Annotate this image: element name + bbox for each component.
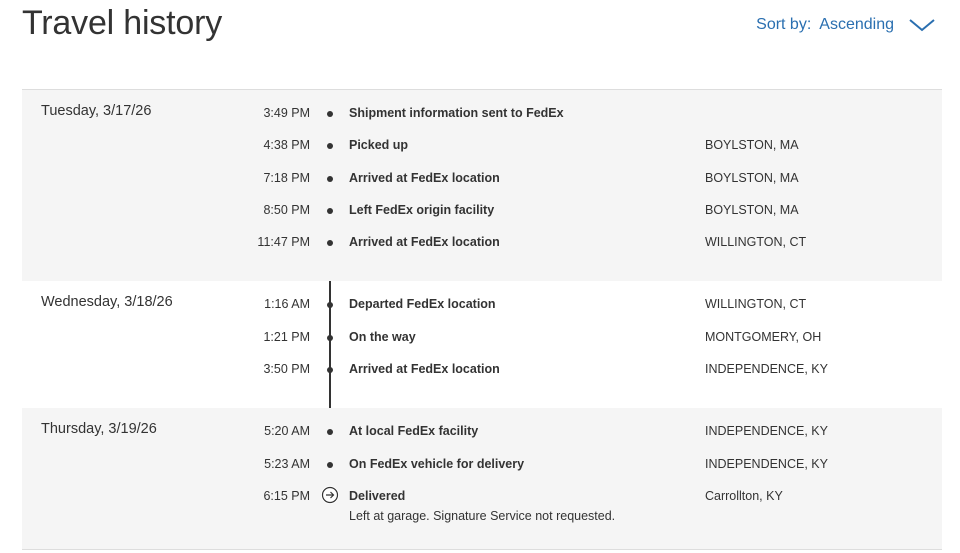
- timeline-event: 5:20 AM At local FedEx facility INDEPEND…: [22, 420, 942, 452]
- day-group: Thursday, 3/19/26 5:20 AM At local FedEx…: [22, 408, 942, 549]
- event-description: Departed FedEx location: [349, 297, 496, 312]
- timeline-event: 8:50 PM Left FedEx origin facility BOYLS…: [22, 199, 942, 231]
- event-location: INDEPENDENCE, KY: [705, 424, 828, 439]
- timeline-dot-icon: [327, 175, 333, 182]
- event-time: 7:18 PM: [263, 170, 310, 185]
- event-location: BOYLSTON, MA: [705, 170, 799, 185]
- day-group: Tuesday, 3/17/26 3:49 PM Shipment inform…: [22, 90, 942, 282]
- event-location: WILLINGTON, CT: [705, 235, 807, 250]
- event-time: 6:15 PM: [263, 488, 310, 503]
- sort-value[interactable]: Ascending: [819, 16, 894, 34]
- timeline-event: 3:50 PM Arrived at FedEx location INDEPE…: [22, 358, 942, 390]
- event-time: 1:16 AM: [264, 297, 310, 312]
- timeline-dot-icon: [327, 302, 333, 309]
- event-description: At local FedEx facility: [349, 424, 479, 439]
- timeline-event: 7:18 PM Arrived at FedEx location BOYLST…: [22, 167, 942, 199]
- timeline-dot-icon: [327, 240, 333, 247]
- event-time: 4:38 PM: [263, 138, 310, 153]
- event-description: Arrived at FedEx location: [349, 170, 500, 185]
- event-location: INDEPENDENCE, KY: [705, 456, 828, 471]
- timeline-dot-icon: [327, 461, 333, 468]
- timeline-event: 4:38 PM Picked up BOYLSTON, MA: [22, 134, 942, 166]
- event-location: Carrollton, KY: [705, 488, 783, 503]
- event-time: 3:49 PM: [263, 106, 310, 120]
- event-location: BOYLSTON, MA: [705, 138, 799, 153]
- timeline-dot-icon: [327, 143, 333, 150]
- event-description: Shipment information sent to FedEx: [349, 106, 564, 120]
- timeline-event: 5:23 AM On FedEx vehicle for delivery IN…: [22, 453, 942, 485]
- timeline-event: 1:16 AM Departed FedEx location WILLINGT…: [22, 293, 942, 325]
- event-description: Arrived at FedEx location: [349, 362, 500, 377]
- timeline-dot-icon: [327, 111, 333, 117]
- event-location: INDEPENDENCE, KY: [705, 362, 828, 377]
- event-time: 1:21 PM: [263, 329, 310, 344]
- event-description: Left FedEx origin facility: [349, 202, 495, 217]
- event-time: 11:47 PM: [257, 235, 310, 250]
- event-location: MONTGOMERY, OH: [705, 329, 822, 344]
- page-title: Travel history: [22, 4, 222, 42]
- timeline-event: 1:21 PM On the way MONTGOMERY, OH: [22, 326, 942, 358]
- event-description: On FedEx vehicle for delivery: [349, 456, 525, 471]
- event-location: BOYLSTON, MA: [705, 202, 799, 217]
- event-time: 5:23 AM: [264, 456, 310, 471]
- event-description: Delivered: [349, 488, 406, 503]
- travel-history-list: Tuesday, 3/17/26 3:49 PM Shipment inform…: [22, 89, 942, 550]
- sort-label: Sort by:: [756, 16, 812, 33]
- timeline-event-delivered: 6:15 PM Delivered Left at garage. Signat…: [22, 485, 942, 531]
- timeline-dot-icon: [327, 429, 333, 436]
- timeline-dot-icon: [327, 207, 333, 214]
- event-description: Arrived at FedEx location: [349, 235, 500, 250]
- chevron-down-icon[interactable]: [908, 16, 936, 34]
- timeline-event: 3:49 PM Shipment information sent to Fed…: [22, 102, 942, 134]
- event-description: On the way: [349, 329, 416, 344]
- delivery-note: Left at garage. Signature Service not re…: [349, 508, 616, 523]
- sort-dropdown[interactable]: Sort by: Ascending: [756, 16, 936, 34]
- event-description: Picked up: [349, 138, 409, 153]
- timeline-dot-icon: [327, 334, 333, 341]
- timeline-dot-icon: [327, 367, 333, 374]
- event-location: WILLINGTON, CT: [705, 297, 807, 312]
- arrow-circle-right-icon: [321, 485, 339, 504]
- event-time: 5:20 AM: [264, 424, 310, 439]
- day-group: Wednesday, 3/18/26 1:16 AM Departed FedE…: [22, 281, 942, 408]
- event-time: 8:50 PM: [263, 202, 310, 217]
- event-time: 3:50 PM: [263, 362, 310, 377]
- timeline-event: 11:47 PM Arrived at FedEx location WILLI…: [22, 231, 942, 263]
